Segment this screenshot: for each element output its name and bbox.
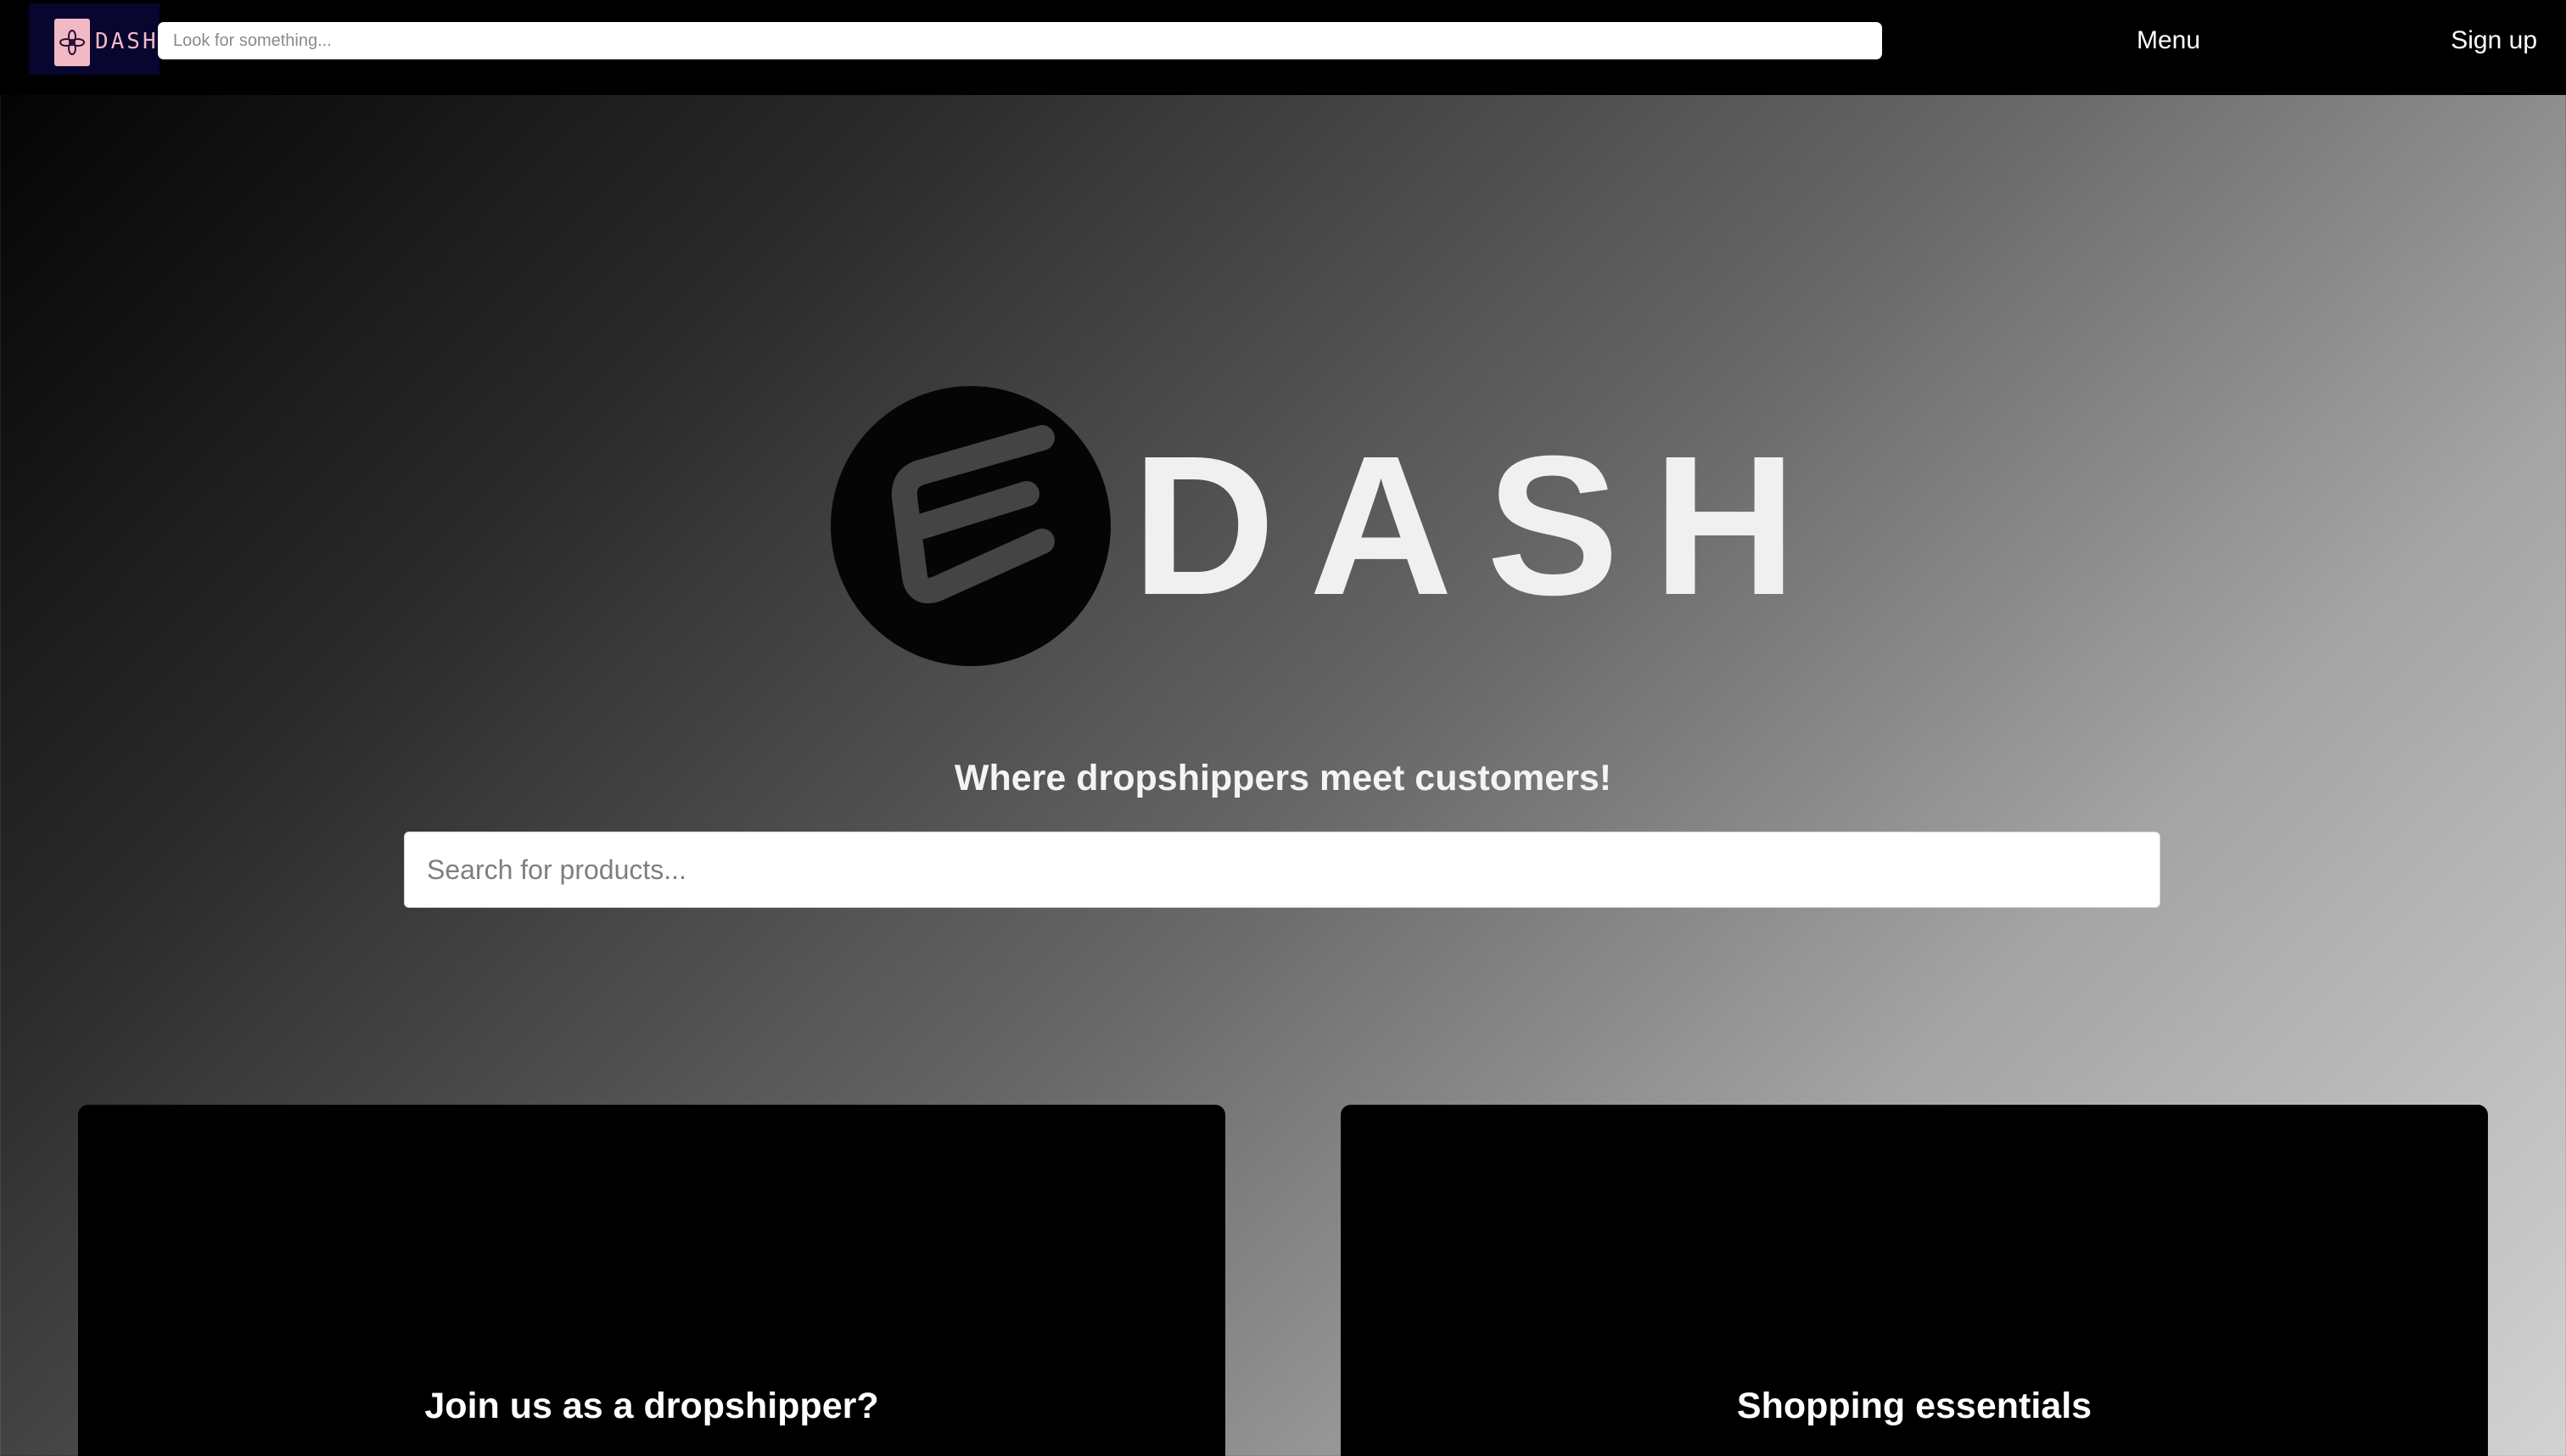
card-title: Shopping essentials [1736,1386,2093,1426]
dropshipper-card[interactable]: Join us as a dropshipper? [78,1105,1225,1456]
site-logo[interactable]: DASH [29,3,160,75]
hero-tagline: Where dropshippers meet customers! [954,758,1612,798]
sign-up-link[interactable]: Sign up [2451,25,2537,56]
shopping-essentials-card[interactable]: Shopping essentials [1341,1105,2488,1456]
card-title: Join us as a dropshipper? [424,1386,879,1426]
product-search-input[interactable] [404,832,2160,908]
header-search-input[interactable] [158,22,1882,59]
logo-text: DASH [95,29,159,54]
menu-link[interactable]: Menu [2137,25,2200,56]
logo-emblem [54,19,90,66]
top-navigation-bar: DASH Menu Sign up [0,0,2566,95]
flower-icon [59,30,85,55]
hero-brand-title: DASH [1132,414,1831,636]
dash-e-logo-icon [831,386,1111,666]
